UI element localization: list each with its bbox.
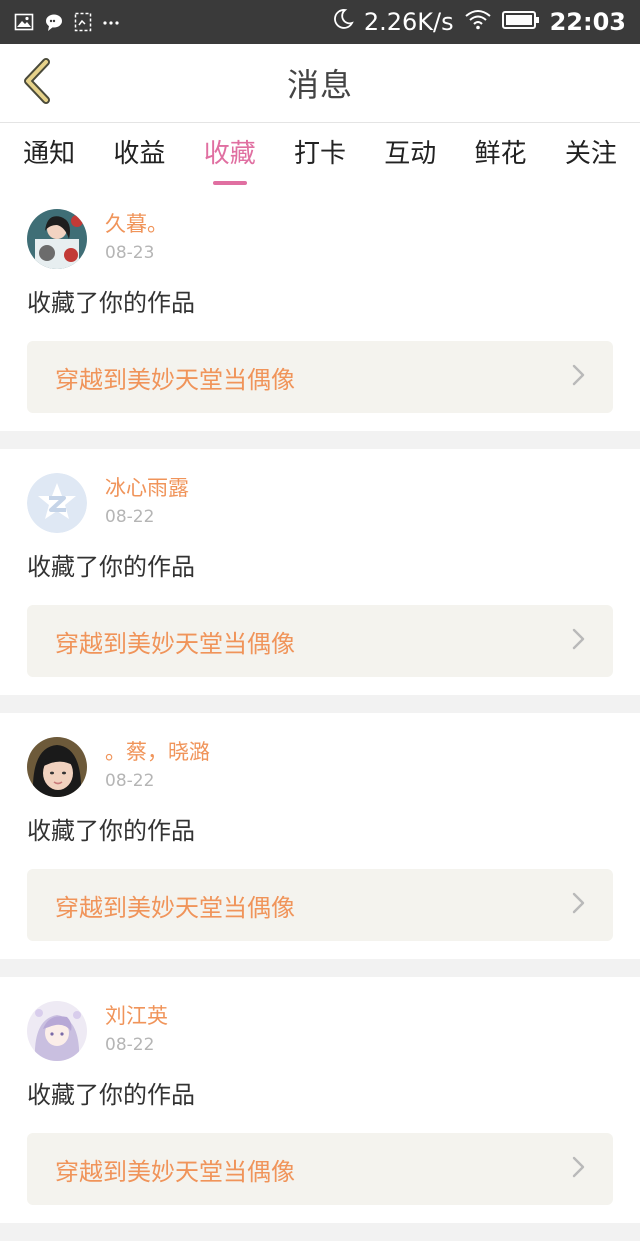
tab-favorites[interactable]: 收藏 [204,123,256,185]
favorites-message-list: 久暮。 08-23 收藏了你的作品 穿越到美妙天堂当偶像 冰心雨露 08-22 … [0,185,640,1241]
chevron-right-icon [571,1155,587,1183]
image-icon [14,12,34,32]
more-dots-icon [102,12,120,32]
message-date: 08-22 [105,507,155,527]
action-text: 收藏了你的作品 [27,817,195,845]
chevron-left-icon [20,58,54,108]
moon-icon [332,8,354,36]
tab-notifications[interactable]: 通知 [23,123,75,185]
battery-icon [501,8,540,36]
status-bar-right: 2.26K/s 22:03 [332,8,626,36]
list-item: 久暮。 08-23 收藏了你的作品 穿越到美妙天堂当偶像 [0,185,640,431]
work-title: 穿越到美妙天堂当偶像 [55,629,295,658]
action-text: 收藏了你的作品 [27,1081,195,1109]
message-date: 08-23 [105,243,155,263]
clock: 22:03 [549,8,626,36]
screenshot-icon [74,12,92,32]
action-text: 收藏了你的作品 [27,289,195,317]
work-link[interactable]: 穿越到美妙天堂当偶像 [27,605,613,677]
work-link[interactable]: 穿越到美妙天堂当偶像 [27,1133,613,1205]
work-title: 穿越到美妙天堂当偶像 [55,365,295,394]
user-name[interactable]: 冰心雨露 [105,473,189,503]
action-text: 收藏了你的作品 [27,553,195,581]
tab-follows[interactable]: 关注 [565,123,617,185]
status-bar-left-icons [14,12,120,32]
user-name[interactable]: 刘江英 [105,1001,168,1031]
back-button[interactable] [12,58,62,108]
work-link[interactable]: 穿越到美妙天堂当偶像 [27,341,613,413]
chevron-right-icon [571,891,587,919]
top-nav-bar: 消息 [0,44,640,123]
list-item: 刘江英 08-22 收藏了你的作品 穿越到美妙天堂当偶像 [0,977,640,1223]
message-date: 08-22 [105,1035,155,1055]
avatar[interactable] [27,473,87,533]
message-date: 08-22 [105,771,155,791]
avatar[interactable] [27,1001,87,1061]
avatar[interactable] [27,209,87,269]
tab-earnings[interactable]: 收益 [113,123,165,185]
network-speed: 2.26K/s [363,8,454,36]
status-bar: 2.26K/s 22:03 [0,0,640,44]
list-item: 冰心雨露 08-22 收藏了你的作品 穿越到美妙天堂当偶像 [0,449,640,695]
tab-check-in[interactable]: 打卡 [294,123,346,185]
wifi-icon [464,8,492,36]
chevron-right-icon [571,363,587,391]
avatar[interactable] [27,737,87,797]
user-name[interactable]: 久暮。 [105,209,168,239]
work-link[interactable]: 穿越到美妙天堂当偶像 [27,869,613,941]
work-title: 穿越到美妙天堂当偶像 [55,1157,295,1186]
page-title: 消息 [286,66,353,104]
tab-interactions[interactable]: 互动 [384,123,436,185]
user-name[interactable]: 。蔡，晓潞 [105,737,210,767]
work-title: 穿越到美妙天堂当偶像 [55,893,295,922]
list-item: 。蔡，晓潞 08-22 收藏了你的作品 穿越到美妙天堂当偶像 [0,713,640,959]
chevron-right-icon [571,627,587,655]
message-category-tabs: 通知 收益 收藏 打卡 互动 鲜花 关注 [0,123,640,185]
tab-flowers[interactable]: 鲜花 [475,123,527,185]
chat-bubble-icon [44,12,64,32]
